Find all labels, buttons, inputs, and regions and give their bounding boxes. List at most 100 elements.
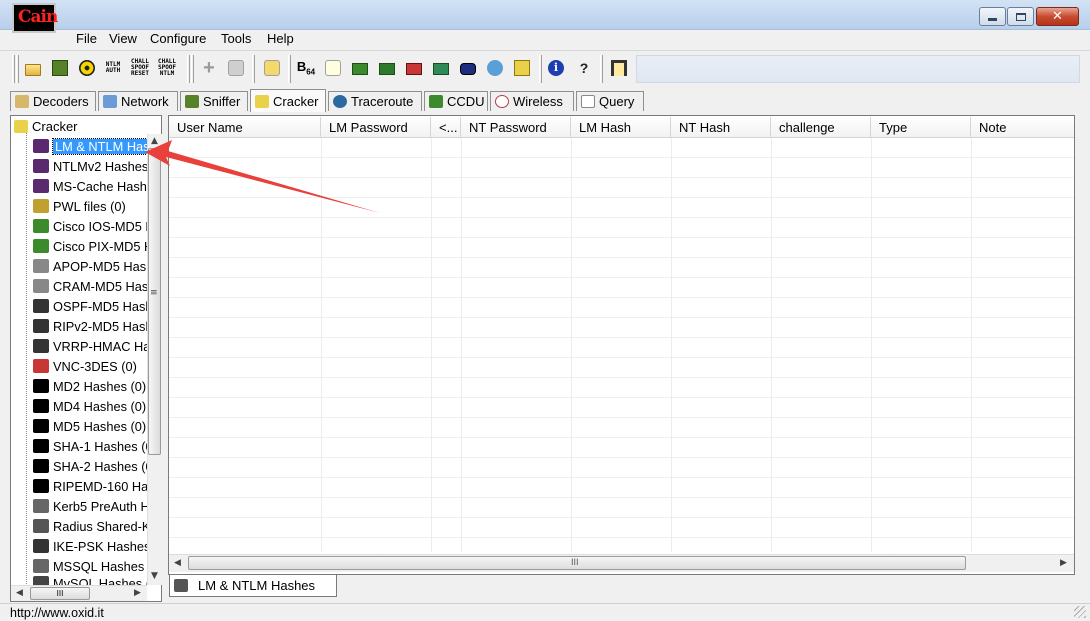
col-lm-hash[interactable]: LM Hash	[571, 117, 671, 138]
ntlm-auth-button[interactable]: NTLM AUTH	[103, 58, 123, 78]
add-button[interactable]: +	[199, 58, 219, 78]
tree-item[interactable]: MD5 Hashes (0)	[33, 416, 147, 436]
tree-scroll-thumb[interactable]	[148, 148, 161, 455]
title-bar[interactable]	[0, 0, 1090, 30]
scroll-up-arrow[interactable]: ▲	[151, 136, 158, 146]
lsa-button[interactable]	[458, 58, 478, 78]
tree-item[interactable]: APOP-MD5 Hashes (0)	[33, 256, 147, 276]
tree-item[interactable]: SHA-2 Hashes (0)	[33, 456, 147, 476]
tree-item[interactable]: OSPF-MD5 Hashes (0)	[33, 296, 147, 316]
col-nt-password[interactable]: NT Password	[461, 117, 571, 138]
exit-button[interactable]	[609, 58, 629, 78]
tree-item[interactable]: MSSQL Hashes (0)	[33, 556, 147, 576]
tab-cracker[interactable]: Cracker	[250, 89, 326, 112]
tab-network[interactable]: Network	[98, 91, 178, 111]
scroll-right-arrow[interactable]: ▶	[134, 588, 141, 598]
start-stop-sniffer-button[interactable]	[50, 58, 70, 78]
tree-item[interactable]: Kerb5 PreAuth Hashes (0)	[33, 496, 147, 516]
menu-view[interactable]: View	[109, 31, 137, 46]
about-button[interactable]: i	[546, 58, 566, 78]
tree-item[interactable]: PWL files (0)	[33, 196, 147, 216]
tree-item-icon	[33, 219, 49, 233]
tree-item[interactable]: CRAM-MD5 Hashes (0)	[33, 276, 147, 296]
vpn-button[interactable]	[377, 58, 397, 78]
tree-item-icon	[33, 239, 49, 253]
col-user-name[interactable]: User Name	[169, 117, 321, 138]
toolbar-separator	[187, 55, 190, 83]
tree-item[interactable]: LM & NTLM Hashes (0)	[33, 136, 147, 156]
box-revealer-button[interactable]	[431, 58, 451, 78]
tab-ccdu[interactable]: CCDU	[424, 91, 488, 111]
tree-item[interactable]: Cisco PIX-MD5 Hashes (0)	[33, 236, 147, 256]
tab-sniffer[interactable]: Sniffer	[180, 91, 248, 111]
tree-item[interactable]: NTLMv2 Hashes (0)	[33, 156, 147, 176]
tab-decoders[interactable]: Decoders	[10, 91, 96, 111]
options-button[interactable]	[262, 58, 282, 78]
status-url: http://www.oxid.it	[10, 606, 104, 620]
col-challenge[interactable]: challenge	[771, 117, 871, 138]
col-type[interactable]: Type	[871, 117, 971, 138]
tab-lm-ntlm-hashes[interactable]: LM & NTLM Hashes	[169, 575, 337, 597]
minimize-button[interactable]	[979, 7, 1006, 26]
col-lm-password-short[interactable]: <...	[431, 117, 461, 138]
tree-item[interactable]: MS-Cache Hashes (0)	[33, 176, 147, 196]
hash-list-view[interactable]	[168, 115, 1075, 575]
tree-item[interactable]: MD4 Hashes (0)	[33, 396, 147, 416]
key-icon	[514, 60, 530, 76]
resize-grip[interactable]	[1074, 606, 1086, 618]
tree-item[interactable]: RIPv2-MD5 Hashes (0)	[33, 316, 147, 336]
apr-button[interactable]	[77, 58, 97, 78]
vnc-button[interactable]	[404, 58, 424, 78]
grid-row-line	[169, 497, 1074, 498]
list-scroll-right-arrow[interactable]: ▶	[1060, 558, 1067, 568]
tree-item[interactable]: IKE-PSK Hashes (0)	[33, 536, 147, 556]
scroll-down-arrow[interactable]: ▼	[151, 571, 158, 581]
menu-file[interactable]: File	[76, 31, 97, 46]
toolbar-grip[interactable]	[12, 55, 15, 83]
tree-root-cracker[interactable]: Cracker	[14, 119, 78, 134]
list-scroll-left-arrow[interactable]: ◀	[174, 558, 181, 568]
wireless-button[interactable]	[485, 58, 505, 78]
close-button[interactable]: ✕	[1036, 7, 1079, 26]
tab-wireless[interactable]: Wireless	[490, 91, 574, 111]
chall-spoof-reset-button[interactable]: CHALL SPOOF RESET	[130, 58, 150, 78]
tab-traceroute[interactable]: Traceroute	[328, 91, 422, 111]
tree-item[interactable]: Cisco IOS-MD5 Hashes (0)	[33, 216, 147, 236]
maximize-button[interactable]	[1007, 7, 1034, 26]
tree-item[interactable]: Radius Shared-Key Hashes (0)	[33, 516, 147, 536]
hash-calc-button[interactable]	[323, 58, 343, 78]
tree-item[interactable]: VRRP-HMAC Hashes (0)	[33, 336, 147, 356]
ntlm-auth-icon: NTLM AUTH	[105, 61, 121, 74]
tree-item-label: MD4 Hashes (0)	[53, 398, 147, 414]
open-button[interactable]	[23, 58, 43, 78]
cisco-type7-button[interactable]	[350, 58, 370, 78]
col-lm-password[interactable]: LM Password	[321, 117, 431, 138]
help-button[interactable]: ?	[574, 58, 594, 78]
tree-item-label: CRAM-MD5 Hashes (0)	[53, 278, 147, 294]
col-nt-hash[interactable]: NT Hash	[671, 117, 771, 138]
toolbar-grip[interactable]	[16, 55, 19, 83]
tree-item-label: OSPF-MD5 Hashes (0)	[53, 298, 147, 314]
tab-query[interactable]: Query	[576, 91, 644, 111]
col-note[interactable]: Note	[971, 117, 1074, 138]
folder-icon	[25, 63, 41, 76]
tree-item[interactable]: MD2 Hashes (0)	[33, 376, 147, 396]
menu-configure[interactable]: Configure	[150, 31, 206, 46]
menu-tools[interactable]: Tools	[221, 31, 251, 46]
tree-item[interactable]: SHA-1 Hashes (0)	[33, 436, 147, 456]
dialup-button[interactable]	[512, 58, 532, 78]
toolbar-separator	[252, 55, 255, 83]
tree-item[interactable]: VNC-3DES (0)	[33, 356, 147, 376]
tree-item-icon	[33, 359, 49, 373]
tree-item-icon	[33, 499, 49, 513]
base64-button[interactable]: B64	[296, 58, 316, 78]
cain-app-icon[interactable]: Cain	[12, 3, 58, 33]
remove-button[interactable]	[226, 58, 246, 78]
chall-spoof-ntlm-button[interactable]: CHALL SPOOF NTLM	[157, 58, 177, 78]
tree-item[interactable]: RIPEMD-160 Hashes (0)	[33, 476, 147, 496]
tree-h-scroll-thumb[interactable]: III	[30, 587, 90, 600]
grid-row-line	[169, 257, 1074, 258]
toolbar-separator	[600, 55, 603, 83]
scroll-left-arrow[interactable]: ◀	[16, 588, 23, 598]
menu-help[interactable]: Help	[267, 31, 294, 46]
